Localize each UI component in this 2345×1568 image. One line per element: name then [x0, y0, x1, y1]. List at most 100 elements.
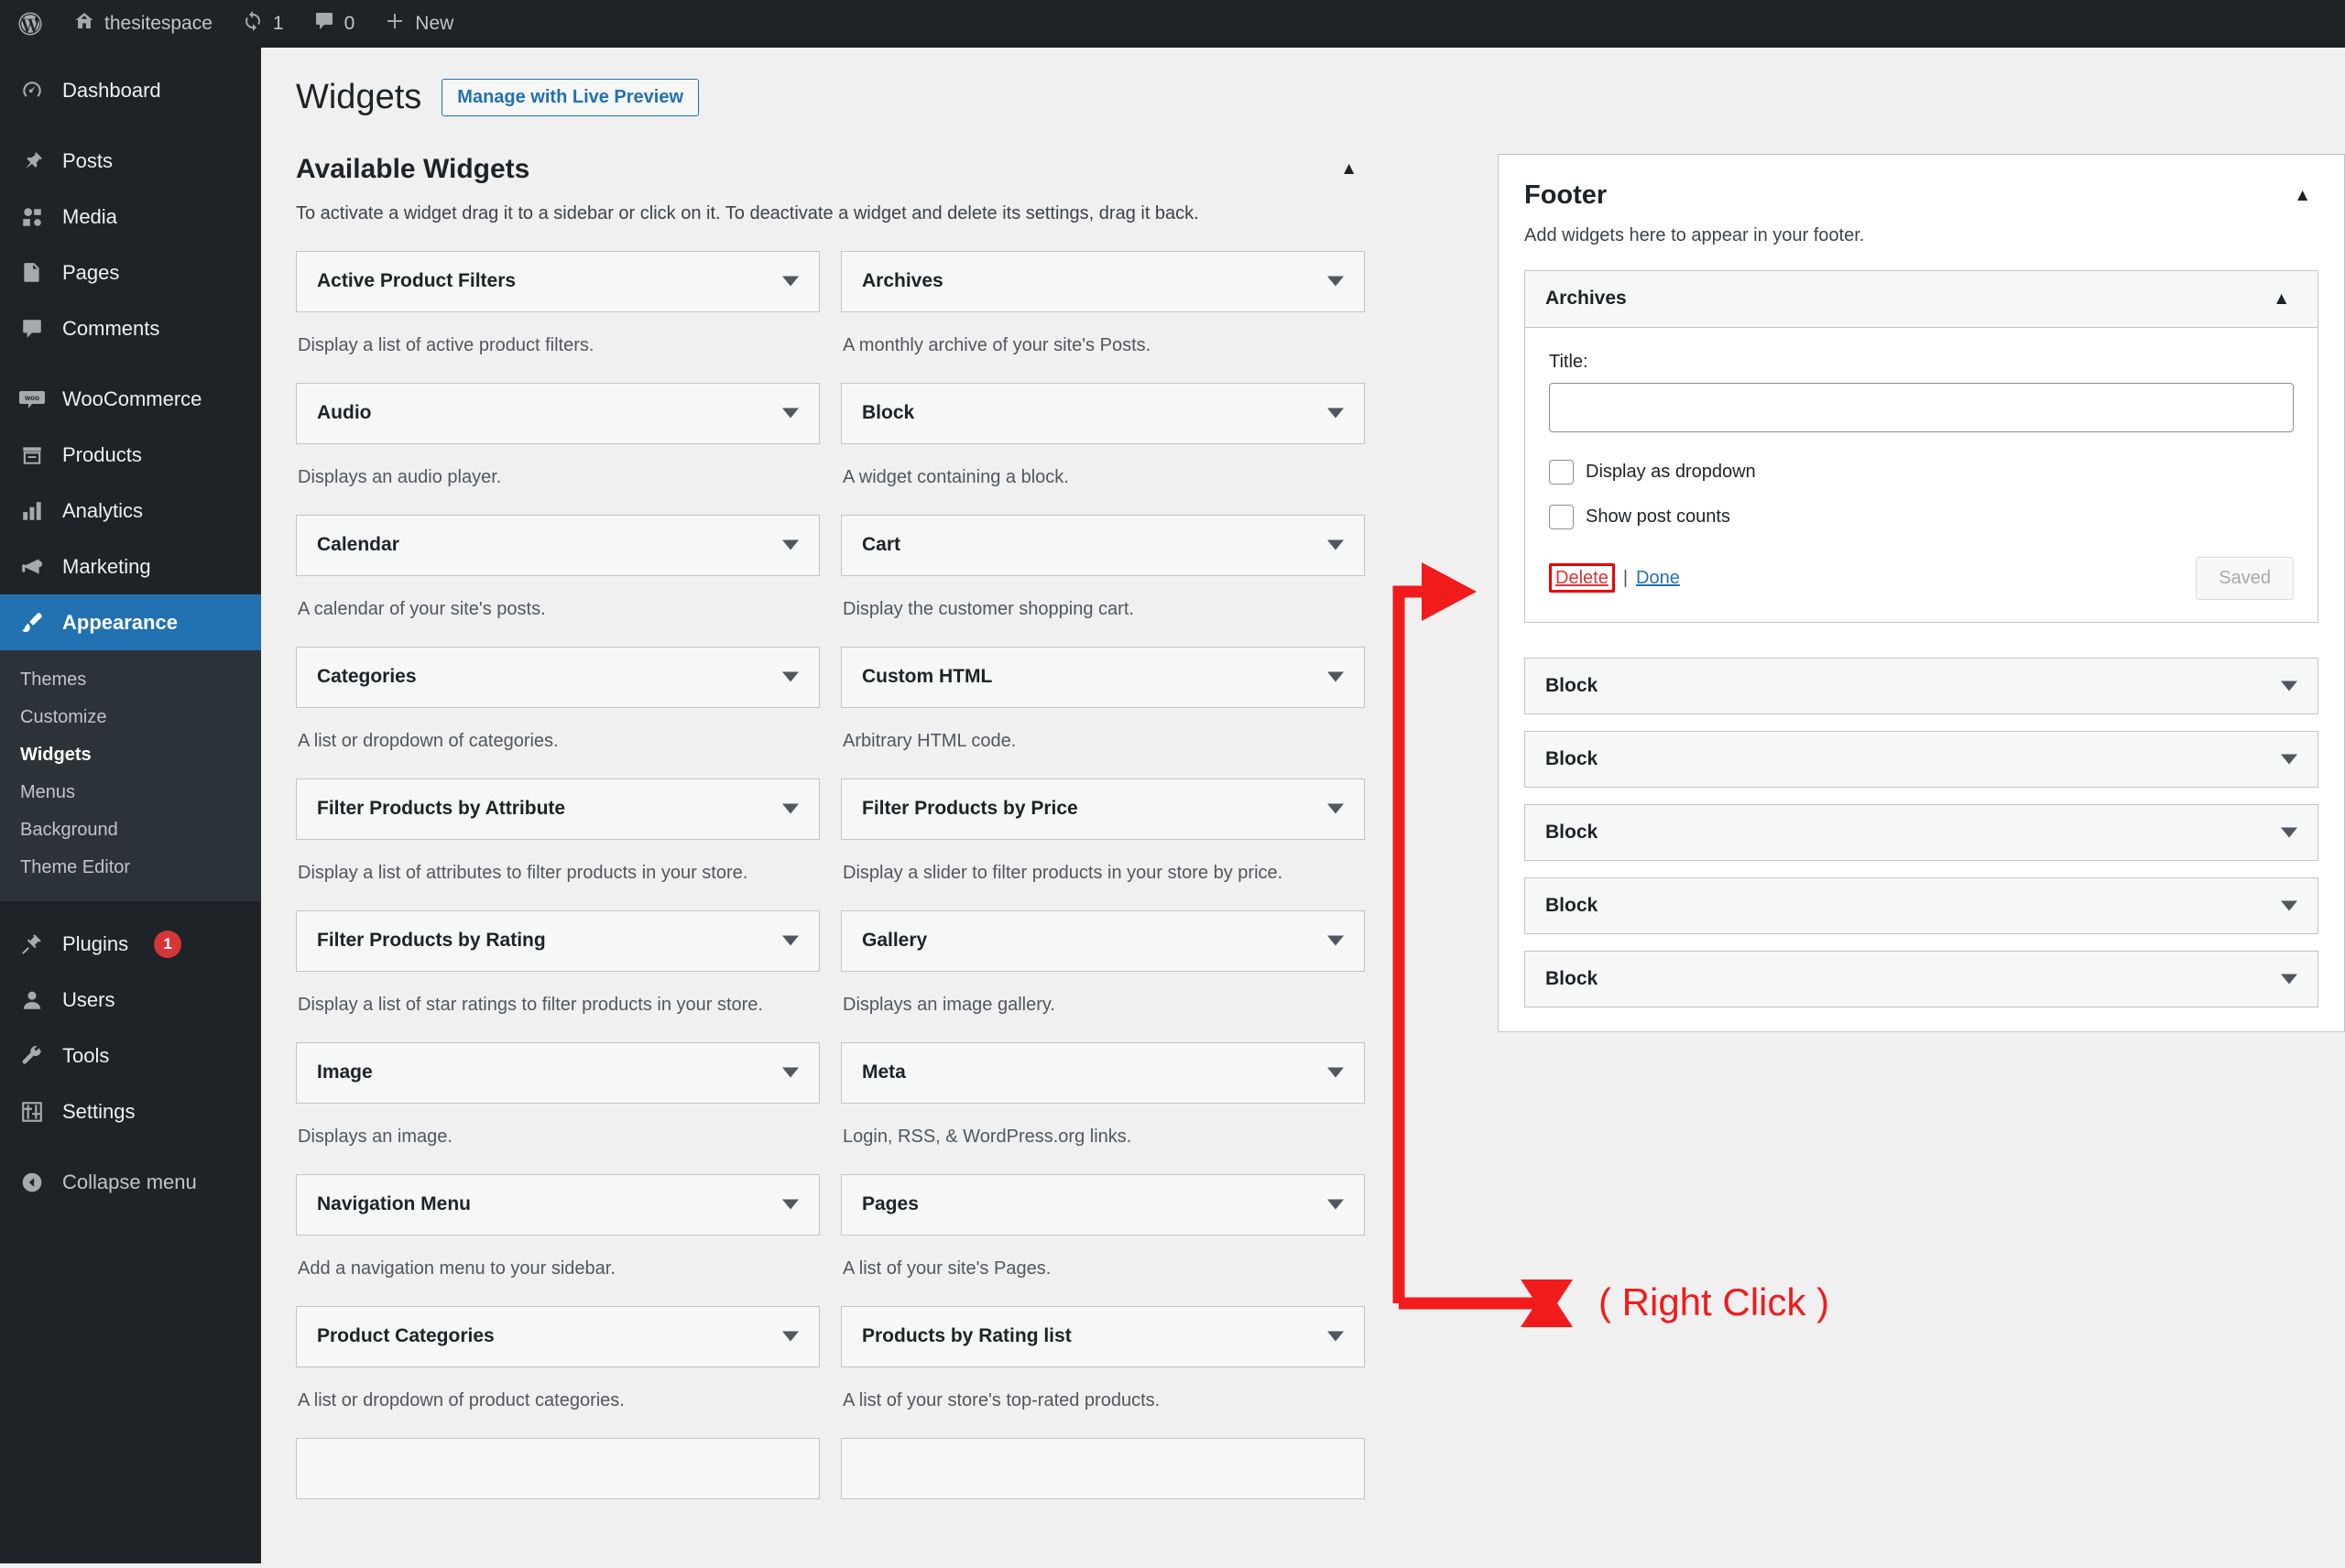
widget-audio[interactable]: Audio [296, 382, 820, 444]
sidebar-item-plugins[interactable]: Plugins 1 [0, 916, 261, 972]
sidebar-item-woocommerce[interactable]: woo WooCommerce [0, 371, 261, 427]
sidebar-item-comments[interactable]: Comments [0, 300, 261, 356]
sidebar-item-analytics[interactable]: Analytics [0, 483, 261, 539]
widget-navigation-menu[interactable]: Navigation Menu [296, 1173, 820, 1236]
sidebar-item-tools[interactable]: Tools [0, 1028, 261, 1083]
chevron-down-icon[interactable] [2281, 900, 2297, 911]
comments-menu[interactable]: 0 [299, 0, 370, 48]
menu-spacer-1 [0, 118, 261, 133]
widget-image[interactable]: Image [296, 1041, 820, 1104]
footer-sidebar-panel: Footer ▲ Add widgets here to appear in y… [1498, 153, 2345, 1032]
chevron-up-icon[interactable]: ▲ [2265, 284, 2297, 314]
widget-cart[interactable]: Cart [841, 514, 1365, 576]
widget-categories[interactable]: Categories [296, 646, 820, 708]
widget-description: Displays an audio player. [298, 466, 502, 487]
sidebar-item-products[interactable]: Products [0, 427, 261, 483]
collapse-menu-label: Collapse menu [62, 1170, 197, 1193]
chevron-down-icon[interactable] [1327, 1331, 1344, 1342]
chevron-down-icon[interactable] [782, 1067, 799, 1078]
widget-meta[interactable]: Meta [841, 1041, 1365, 1104]
widget-title: Block [862, 402, 915, 424]
sidebar-item-users[interactable]: Users [0, 972, 261, 1028]
chevron-down-icon[interactable] [1327, 1199, 1344, 1210]
widget-active-product-filters[interactable]: Active Product Filters [296, 250, 820, 312]
collapse-menu-button[interactable]: Collapse menu [0, 1154, 261, 1210]
widget-partial-right[interactable] [841, 1437, 1365, 1499]
available-widgets-title: Available Widgets [296, 153, 530, 184]
widget-filter-products-by-price[interactable]: Filter Products by Price [841, 778, 1365, 840]
manage-with-live-preview-button[interactable]: Manage with Live Preview [442, 79, 700, 117]
widget-gallery[interactable]: Gallery [841, 909, 1365, 972]
show-post-counts-checkbox[interactable] [1549, 504, 1574, 529]
widget-products-by-rating-list[interactable]: Products by Rating list [841, 1305, 1365, 1367]
chevron-up-icon[interactable]: ▲ [2286, 180, 2318, 211]
chevron-down-icon[interactable] [782, 408, 799, 419]
chevron-down-icon[interactable] [782, 1199, 799, 1210]
footer-widget-block-3[interactable]: Block [1524, 803, 2318, 861]
chevron-down-icon[interactable] [782, 935, 799, 946]
chevron-down-icon[interactable] [2281, 681, 2297, 691]
sidebar-item-settings[interactable]: Settings [0, 1083, 261, 1139]
chevron-down-icon[interactable] [782, 671, 799, 682]
sidebar-item-media[interactable]: Media [0, 189, 261, 245]
site-name-menu[interactable]: thesitespace [59, 0, 227, 48]
widget-description: A list or dropdown of product categories… [298, 1389, 625, 1410]
sidebar-subitem-background[interactable]: Background [0, 811, 261, 849]
chevron-down-icon[interactable] [1327, 408, 1344, 419]
widget-filter-products-by-rating[interactable]: Filter Products by Rating [296, 909, 820, 972]
widget-custom-html[interactable]: Custom HTML [841, 646, 1365, 708]
widget-calendar[interactable]: Calendar [296, 514, 820, 576]
footer-widget-block-5[interactable]: Block [1524, 950, 2318, 1007]
chevron-down-icon[interactable] [2281, 827, 2297, 838]
chevron-down-icon[interactable] [1327, 539, 1344, 550]
chevron-down-icon[interactable] [782, 276, 799, 287]
chevron-down-icon[interactable] [782, 803, 799, 814]
delete-widget-link[interactable]: Delete [1549, 563, 1615, 593]
sidebar-subitem-themes[interactable]: Themes [0, 661, 261, 699]
done-link[interactable]: Done [1636, 568, 1680, 589]
title-input[interactable] [1549, 382, 2294, 432]
sidebar-item-dashboard[interactable]: Dashboard [0, 62, 261, 118]
widget-description: Arbitrary HTML code. [843, 730, 1017, 751]
chevron-up-icon[interactable]: ▲ [1333, 154, 1365, 184]
wordpress-logo-button[interactable] [0, 0, 59, 48]
footer-widget-block-4[interactable]: Block [1524, 877, 2318, 934]
sidebar-item-appearance[interactable]: Appearance [0, 594, 261, 650]
megaphone-icon [16, 551, 48, 583]
widget-archives[interactable]: Archives [841, 250, 1365, 312]
sidebar-subitem-customize[interactable]: Customize [0, 699, 261, 736]
widget-filter-products-by-attribute[interactable]: Filter Products by Attribute [296, 778, 820, 840]
page-header: Widgets Manage with Live Preview [261, 48, 2345, 119]
footer-widget-block-1[interactable]: Block [1524, 657, 2318, 714]
widget-product-categories[interactable]: Product Categories [296, 1305, 820, 1367]
sidebar-subitem-menus[interactable]: Menus [0, 774, 261, 811]
sidebar-subitem-widgets[interactable]: Widgets [0, 736, 261, 774]
chevron-down-icon[interactable] [782, 1331, 799, 1342]
display-as-dropdown-checkbox[interactable] [1549, 459, 1574, 485]
sidebar-item-marketing[interactable]: Marketing [0, 539, 261, 594]
sidebar-item-pages[interactable]: Pages [0, 245, 261, 300]
chevron-down-icon[interactable] [1327, 671, 1344, 682]
sidebar-subitem-theme-editor[interactable]: Theme Editor [0, 849, 261, 887]
chevron-down-icon[interactable] [1327, 1067, 1344, 1078]
widget-title: Audio [317, 402, 372, 424]
chevron-down-icon[interactable] [782, 539, 799, 550]
chevron-down-icon[interactable] [1327, 276, 1344, 287]
footer-widget-archives-header[interactable]: Archives ▲ [1525, 270, 2318, 328]
new-content-menu[interactable]: New [369, 0, 468, 48]
chevron-down-icon[interactable] [1327, 803, 1344, 814]
widget-pages[interactable]: Pages [841, 1173, 1365, 1236]
chevron-down-icon[interactable] [2281, 754, 2297, 765]
updates-menu[interactable]: 1 [227, 0, 299, 48]
widget-title: Categories [317, 666, 417, 688]
chevron-down-icon[interactable] [2281, 974, 2297, 985]
sidebar-item-posts[interactable]: Posts [0, 133, 261, 189]
wrench-icon [16, 1040, 48, 1072]
footer-widget-block-2[interactable]: Block [1524, 730, 2318, 788]
widget-partial-left[interactable] [296, 1437, 820, 1499]
chevron-down-icon[interactable] [1327, 935, 1344, 946]
action-separator: | [1622, 567, 1629, 588]
widget-block[interactable]: Block [841, 382, 1365, 444]
save-widget-button[interactable]: Saved [2196, 556, 2294, 600]
sidebar-item-label: Pages [62, 260, 120, 284]
